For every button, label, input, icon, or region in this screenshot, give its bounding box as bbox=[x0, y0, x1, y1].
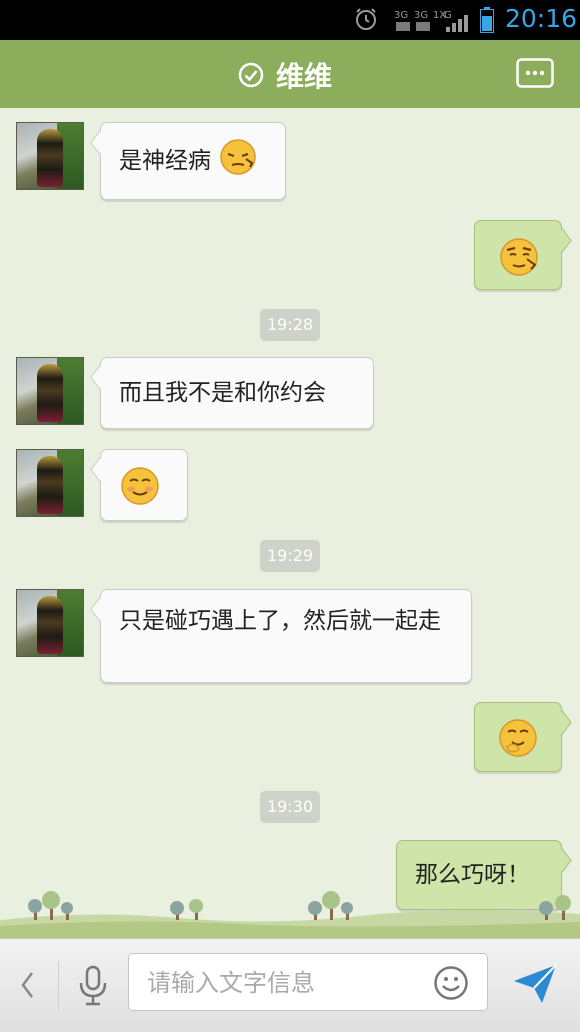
message-timestamp: 19:28 bbox=[260, 309, 320, 341]
network-label: 3G bbox=[394, 10, 408, 21]
contact-avatar[interactable] bbox=[16, 357, 84, 425]
more-icon[interactable] bbox=[516, 58, 554, 88]
smirk-emoji-icon bbox=[500, 238, 538, 276]
message-timestamp: 19:30 bbox=[260, 791, 320, 823]
message-bubble[interactable]: 只是碰巧遇上了，然后就一起走 bbox=[100, 589, 472, 683]
check-circle-icon bbox=[238, 62, 264, 88]
battery-icon bbox=[480, 7, 494, 33]
chat-header: 维维 bbox=[0, 40, 580, 112]
message-text: 只是碰巧遇上了，然后就一起走 bbox=[119, 608, 441, 634]
smiley-icon[interactable] bbox=[433, 965, 469, 1001]
shush-emoji-icon bbox=[220, 139, 257, 175]
contact-avatar[interactable] bbox=[16, 122, 84, 190]
landscape-decoration bbox=[0, 891, 580, 938]
content-emoji-icon bbox=[121, 467, 159, 505]
message-bubble[interactable]: 是神经病 bbox=[100, 122, 286, 200]
alarm-icon bbox=[356, 8, 376, 30]
status-bar: 3G 3G 1X G 20:16 bbox=[0, 0, 580, 40]
message-timestamp: 19:29 bbox=[260, 540, 320, 572]
contact-avatar[interactable] bbox=[16, 589, 84, 657]
clock: 20:16 bbox=[505, 4, 578, 33]
message-input-bar bbox=[0, 938, 580, 1032]
message-list[interactable]: 是神经病 19:28 而且我不是和你约会 19:29 只是碰巧遇上了，然后就一起… bbox=[0, 108, 580, 951]
message-input-field[interactable] bbox=[128, 953, 488, 1012]
message-text: 而且我不是和你约会 bbox=[119, 380, 326, 406]
message-bubble[interactable] bbox=[100, 449, 188, 521]
message-bubble-sent[interactable] bbox=[474, 702, 562, 772]
signal-icon: 3G 3G 1X G bbox=[394, 10, 468, 32]
network-label: G bbox=[444, 10, 452, 21]
message-input[interactable] bbox=[129, 954, 439, 1012]
chevron-left-icon[interactable] bbox=[18, 969, 36, 1001]
message-text: 是神经病 bbox=[119, 147, 211, 174]
network-label: 3G bbox=[414, 10, 428, 21]
giggle-emoji-icon bbox=[499, 719, 537, 757]
divider bbox=[58, 961, 59, 1011]
send-icon[interactable] bbox=[512, 961, 558, 1007]
contact-name: 维维 bbox=[276, 60, 333, 93]
contact-title[interactable]: 维维 bbox=[238, 58, 333, 93]
contact-avatar[interactable] bbox=[16, 449, 84, 517]
message-text: 那么巧呀！ bbox=[415, 862, 530, 888]
message-bubble[interactable]: 而且我不是和你约会 bbox=[100, 357, 374, 429]
message-bubble-sent[interactable] bbox=[474, 220, 562, 290]
microphone-icon[interactable] bbox=[76, 965, 110, 1007]
